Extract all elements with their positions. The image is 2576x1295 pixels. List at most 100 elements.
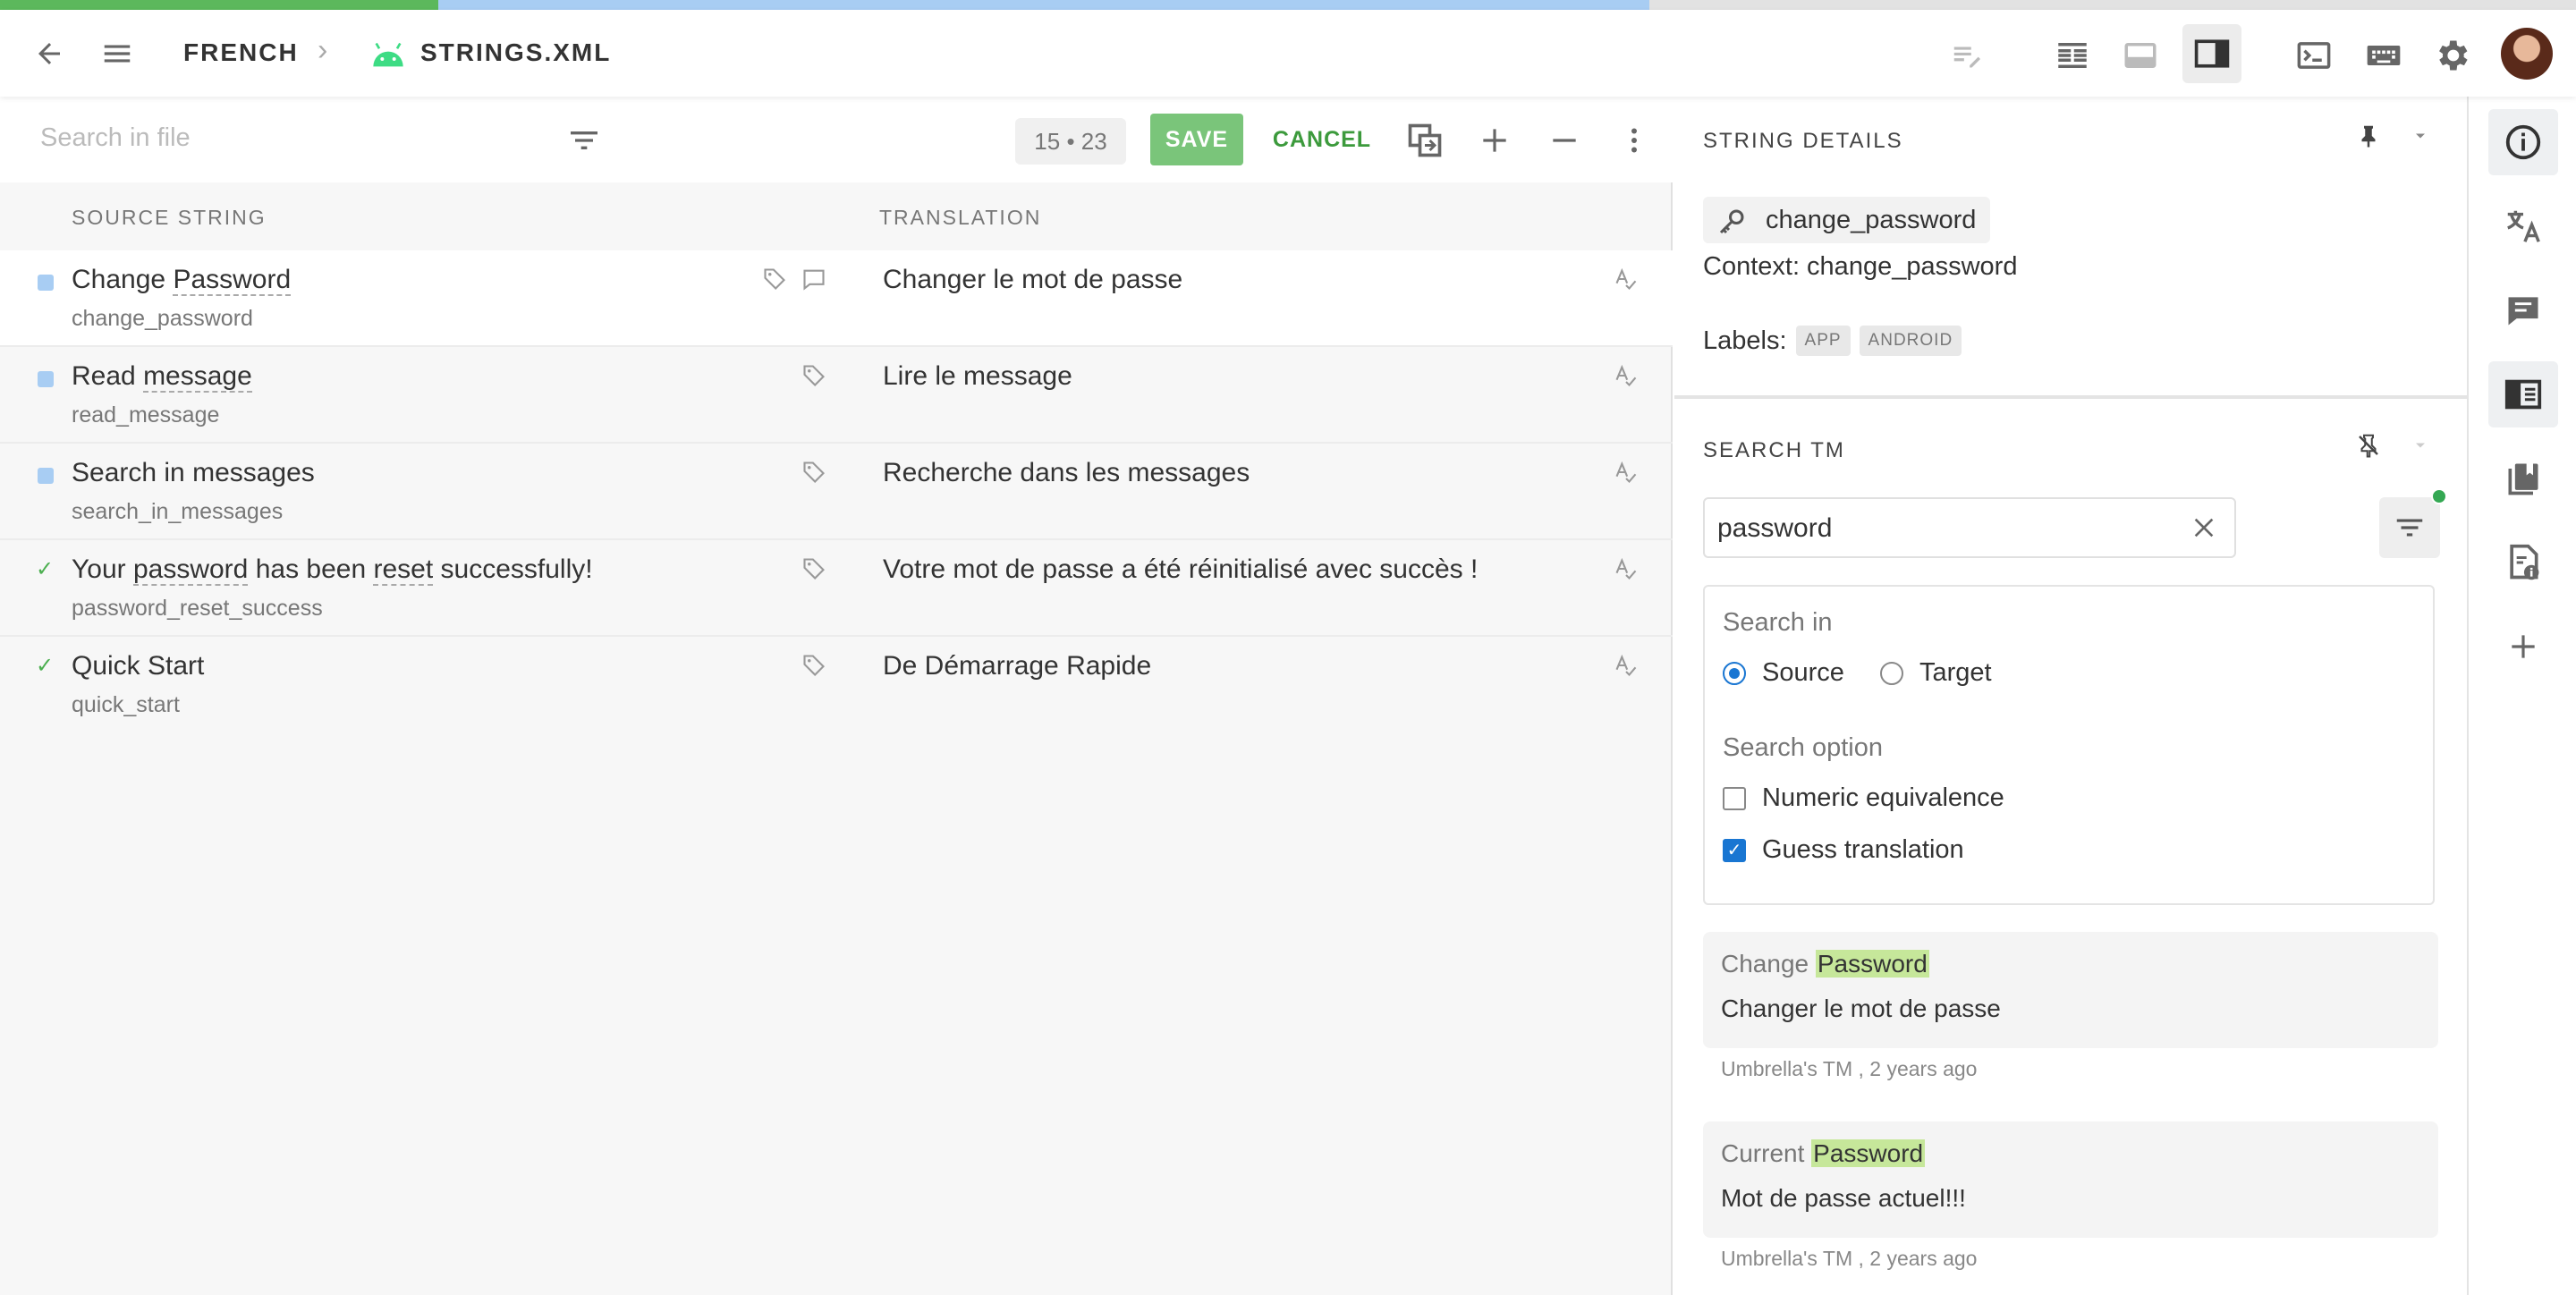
chevron-down-icon[interactable] (2406, 122, 2435, 150)
tm-result-card[interactable]: Current Password Mot de passe actuel!!! (1703, 1121, 2438, 1238)
info-icon[interactable] (2488, 109, 2558, 175)
tm-result-meta: Umbrella's TM , 2 years ago (1721, 1247, 1978, 1270)
status-draft-icon (38, 371, 54, 387)
translation-text[interactable]: Votre mot de passe a été réinitialisé av… (883, 554, 1478, 585)
tm-match-highlight: Password (1815, 950, 1929, 978)
spellcheck-icon[interactable] (1612, 458, 1640, 487)
status-translated-check-icon: ✓ (36, 557, 55, 581)
search-option-label: Search option (1723, 733, 1883, 762)
tm-result-card[interactable]: Change Password Changer le mot de passe (1703, 932, 2438, 1048)
tag-icon[interactable] (800, 651, 828, 680)
numeric-equivalence-label: Numeric equivalence (1762, 783, 2004, 812)
search-in-file-input[interactable]: Search in file (40, 123, 191, 153)
add-icon[interactable] (1472, 118, 1517, 163)
status-draft-icon (38, 275, 54, 291)
section-divider (1674, 395, 2467, 399)
string-key: read_message (72, 402, 220, 427)
unpin-icon[interactable] (2351, 427, 2386, 463)
guess-translation-label: Guess translation (1762, 835, 1964, 864)
translation-progress-bar (0, 0, 2576, 10)
translation-text[interactable]: Recherche dans les messages (883, 458, 1250, 488)
source-text: Read message (72, 361, 252, 393)
remove-icon[interactable] (1542, 118, 1587, 163)
tm-result-source: Change Password (1721, 950, 1929, 978)
source-radio[interactable]: Source (1723, 658, 1844, 688)
filter-icon[interactable] (562, 118, 606, 163)
more-vertical-icon[interactable] (1612, 118, 1657, 163)
spellcheck-icon[interactable] (1612, 361, 1640, 390)
string-key: change_password (72, 306, 253, 331)
edit-notes-icon[interactable] (1946, 35, 1987, 76)
guess-translation-checkbox[interactable]: ✓ Guess translation (1723, 835, 1964, 865)
translation-text[interactable]: Lire le message (883, 361, 1072, 392)
tag-icon[interactable] (800, 554, 828, 583)
progress-translated (0, 0, 438, 10)
tm-result-target: Changer le mot de passe (1721, 995, 2001, 1022)
tag-icon[interactable] (800, 361, 828, 390)
copy-source-icon[interactable] (1402, 118, 1447, 163)
target-radio[interactable]: Target (1880, 658, 1992, 688)
label-chip[interactable]: APP (1795, 326, 1851, 356)
source-radio-label: Source (1762, 658, 1844, 687)
comments-icon[interactable] (2488, 277, 2558, 343)
string-row[interactable]: ✓ Your password has been reset successfu… (0, 540, 1673, 637)
status-draft-icon (38, 468, 54, 484)
tm-search-input[interactable]: password (1703, 497, 2236, 558)
chevron-down-icon[interactable] (2406, 431, 2435, 460)
side-by-side-view-icon[interactable] (2050, 33, 2095, 78)
horizontal-view-icon[interactable] (2118, 33, 2163, 78)
glossary-icon[interactable] (2488, 445, 2558, 512)
keyboard-icon[interactable] (2361, 33, 2406, 78)
tm-search-options: Search in Source Target Search option Nu… (1703, 585, 2435, 905)
menu-icon[interactable] (95, 33, 140, 74)
checkbox-unchecked-icon (1723, 786, 1746, 810)
cancel-button[interactable]: CANCEL (1268, 114, 1376, 165)
tag-icon[interactable] (800, 458, 828, 487)
radio-selected-icon (1723, 661, 1746, 685)
comment-icon[interactable] (800, 265, 828, 293)
target-radio-label: Target (1919, 658, 1992, 687)
spellcheck-icon[interactable] (1612, 265, 1640, 293)
save-button[interactable]: SAVE (1150, 114, 1243, 165)
label-chip[interactable]: ANDROID (1859, 326, 1962, 356)
string-row[interactable]: Read message read_message Lire le messag… (0, 347, 1673, 444)
key-icon (1716, 206, 1748, 238)
right-panel-view-icon[interactable] (2182, 24, 2241, 83)
radio-unselected-icon (1880, 661, 1903, 685)
breadcrumb-separator-icon: › (318, 33, 328, 67)
translation-text[interactable]: De Démarrage Rapide (883, 651, 1151, 681)
spellcheck-icon[interactable] (1612, 651, 1640, 680)
string-row[interactable]: Search in messages search_in_messages Re… (0, 444, 1673, 540)
string-key: quick_start (72, 692, 180, 717)
breadcrumb-file[interactable]: STRINGS.XML (420, 38, 611, 67)
numeric-equivalence-checkbox[interactable]: Numeric equivalence (1723, 783, 2004, 813)
translate-icon[interactable] (2488, 193, 2558, 259)
android-icon (369, 37, 408, 72)
terminal-icon[interactable] (2292, 33, 2336, 78)
column-header-source: SOURCE STRING (72, 206, 267, 229)
details-panel: STRING DETAILS change_password Context: … (1674, 97, 2467, 1295)
string-row[interactable]: Change Password change_password Changer … (0, 250, 1673, 347)
clear-search-icon[interactable] (2186, 510, 2222, 546)
tag-icon[interactable] (760, 265, 789, 293)
tm-filter-button[interactable] (2379, 497, 2440, 558)
settings-gear-icon[interactable] (2429, 33, 2474, 78)
translation-text[interactable]: Changer le mot de passe (883, 265, 1182, 295)
spellcheck-icon[interactable] (1612, 554, 1640, 583)
string-details-panel-icon[interactable] (2488, 361, 2558, 427)
breadcrumb-project[interactable]: FRENCH (183, 38, 299, 67)
tm-result-source: Current Password (1721, 1139, 1926, 1167)
file-info-icon[interactable] (2488, 529, 2558, 596)
editor-header: FRENCH › STRINGS.XML (0, 10, 2576, 97)
string-row[interactable]: ✓ Quick Start quick_start De Démarrage R… (0, 637, 1673, 733)
string-key-chip: change_password (1703, 197, 1991, 243)
pin-icon[interactable] (2351, 118, 2386, 154)
tm-result-meta: Umbrella's TM , 2 years ago (1721, 1057, 1978, 1080)
user-avatar[interactable] (2501, 28, 2553, 80)
add-panel-icon[interactable] (2488, 614, 2558, 680)
source-text: Quick Start (72, 651, 205, 681)
source-text: Change Password (72, 265, 292, 296)
column-header-translation: TRANSLATION (879, 206, 1042, 229)
back-arrow-icon[interactable] (27, 33, 72, 74)
filter-icon (2396, 519, 2423, 537)
